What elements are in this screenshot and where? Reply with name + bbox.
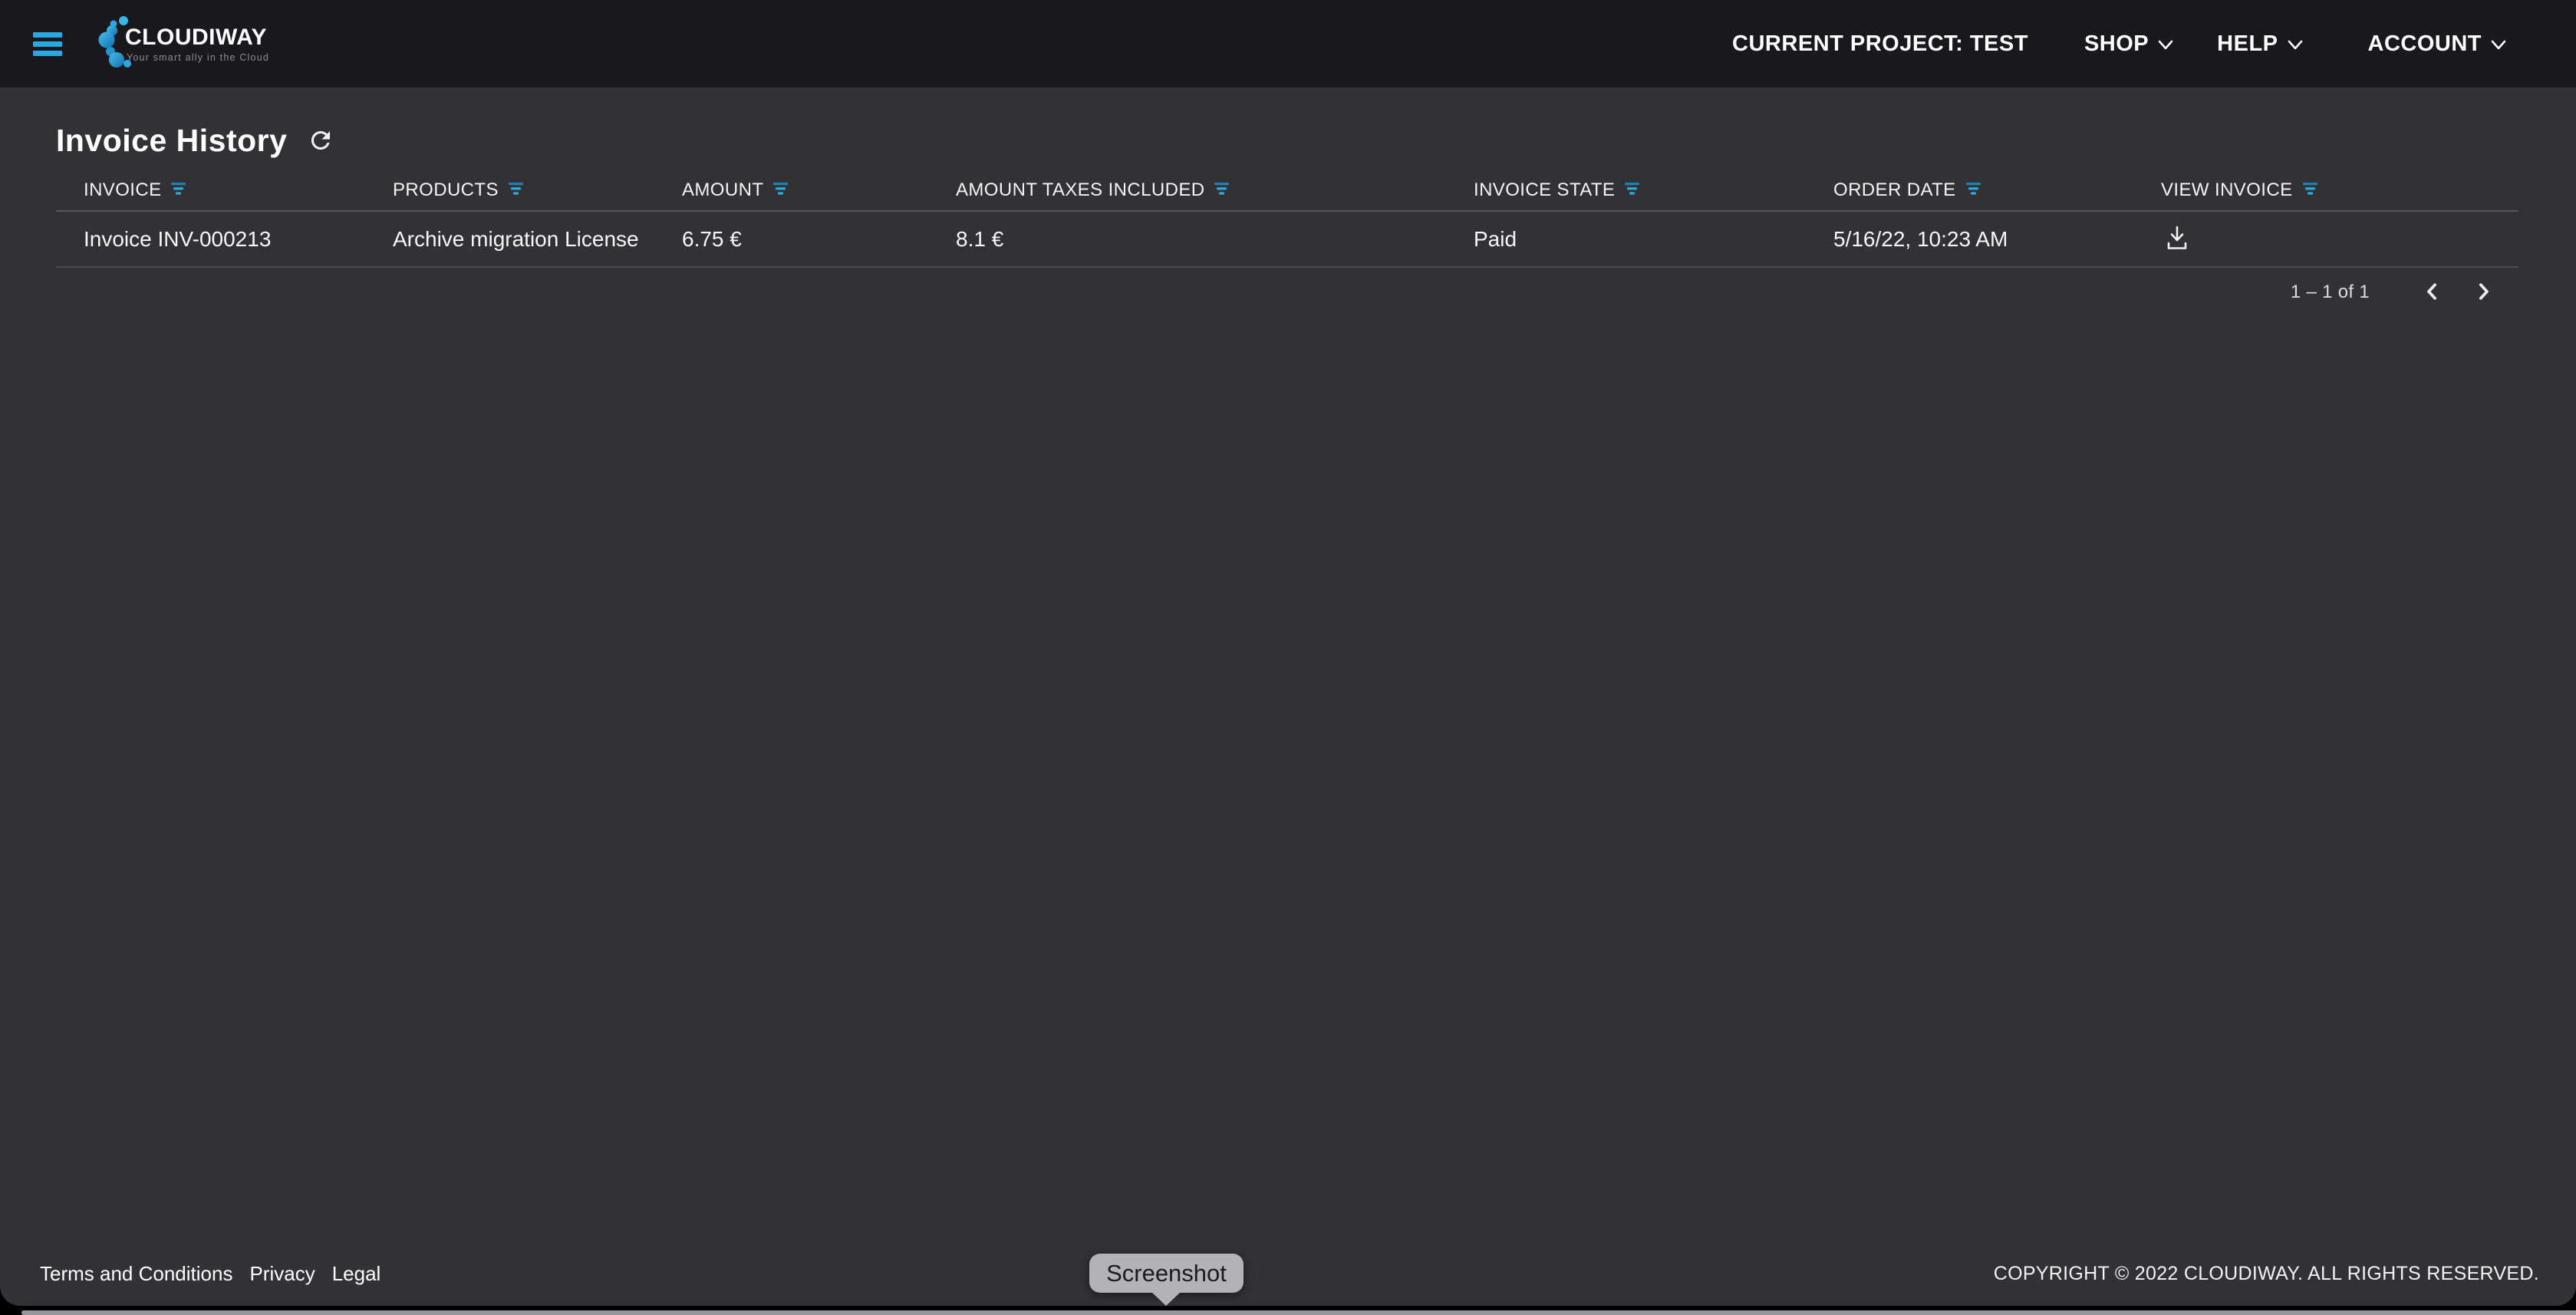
copyright-text: COPYRIGHT © 2022 CLOUDIWAY. ALL RIGHTS R… <box>1994 1263 2539 1285</box>
filter-icon <box>1625 180 1640 201</box>
filter-icon <box>171 180 186 201</box>
column-header-invoice[interactable]: INVOICE <box>84 180 393 201</box>
help-menu[interactable]: HELP <box>2217 31 2303 57</box>
chevron-left-icon <box>2421 280 2444 305</box>
column-header-products[interactable]: PRODUCTS <box>393 180 682 201</box>
terms-and-conditions-link[interactable]: Terms and Conditions <box>40 1262 232 1286</box>
column-header-invoice-state[interactable]: INVOICE STATE <box>1474 180 1833 201</box>
filter-icon <box>2303 180 2318 201</box>
filter-icon <box>1966 180 1981 201</box>
filter-icon <box>1214 180 1230 201</box>
chevron-down-icon <box>2490 31 2507 57</box>
refresh-button[interactable] <box>307 127 334 157</box>
screenshot-tooltip-label: Screenshot <box>1106 1260 1227 1287</box>
table-paginator: 1 – 1 of 1 <box>56 268 2518 317</box>
next-page-button[interactable] <box>2465 274 2502 311</box>
cell-amount-taxes-included: 8.1 € <box>956 227 1474 252</box>
cell-amount: 6.75 € <box>682 227 956 252</box>
cell-invoice: Invoice INV-000213 <box>84 227 393 252</box>
cell-products: Archive migration License <box>393 227 682 252</box>
menu-icon[interactable] <box>33 32 62 56</box>
current-project-label: CURRENT PROJECT: TEST <box>1732 31 2028 57</box>
chevron-down-icon <box>2287 31 2304 57</box>
topbar-menu: CURRENT PROJECT: TEST SHOP HELP ACCOUNT <box>1732 31 2576 57</box>
download-icon <box>2163 223 2192 255</box>
privacy-link[interactable]: Privacy <box>249 1262 315 1286</box>
account-menu[interactable]: ACCOUNT <box>2368 31 2508 57</box>
pagination-range-label: 1 – 1 of 1 <box>2291 282 2370 303</box>
refresh-icon <box>307 127 334 157</box>
page-footer: Terms and Conditions Privacy Legal COPYR… <box>0 1258 2576 1289</box>
column-header-amount-taxes-included[interactable]: AMOUNT TAXES INCLUDED <box>956 180 1474 201</box>
chevron-down-icon <box>2157 31 2174 57</box>
cloudiway-logo[interactable]: CLOUDIWAY Your smart ally in the Cloud <box>97 14 269 74</box>
filter-icon <box>773 180 789 201</box>
legal-link[interactable]: Legal <box>332 1262 381 1286</box>
cell-invoice-state: Paid <box>1474 227 1833 252</box>
app-window: CLOUDIWAY Your smart ally in the Cloud C… <box>0 0 2576 1306</box>
shop-menu[interactable]: SHOP <box>2084 31 2174 57</box>
previous-page-button[interactable] <box>2414 274 2451 311</box>
table-row: Invoice INV-000213 Archive migration Lic… <box>56 212 2518 268</box>
column-header-view-invoice[interactable]: VIEW INVOICE <box>2161 180 2518 201</box>
table-header-row: INVOICE PRODUCTS AMOUNT AMOUNT TAXES INC… <box>56 170 2518 212</box>
download-invoice-button[interactable] <box>2163 223 2192 255</box>
logo-tagline: Your smart ally in the Cloud <box>127 52 269 63</box>
invoice-history-table: INVOICE PRODUCTS AMOUNT AMOUNT TAXES INC… <box>56 170 2518 317</box>
main-content: Invoice History INVOICE PRODUCTS <box>0 123 2576 317</box>
filter-icon <box>509 180 524 201</box>
logo-brand-text: CLOUDIWAY <box>125 25 269 50</box>
column-header-order-date[interactable]: ORDER DATE <box>1833 180 2161 201</box>
cell-order-date: 5/16/22, 10:23 AM <box>1833 227 2161 252</box>
top-navigation-bar: CLOUDIWAY Your smart ally in the Cloud C… <box>0 0 2576 87</box>
dock-edge-strip <box>21 1310 2576 1315</box>
page-title: Invoice History <box>56 123 287 159</box>
column-header-amount[interactable]: AMOUNT <box>682 180 956 201</box>
screenshot-tooltip: Screenshot <box>1089 1254 1244 1293</box>
chevron-right-icon <box>2472 280 2495 305</box>
screenshot-tooltip-tail <box>1151 1292 1181 1306</box>
